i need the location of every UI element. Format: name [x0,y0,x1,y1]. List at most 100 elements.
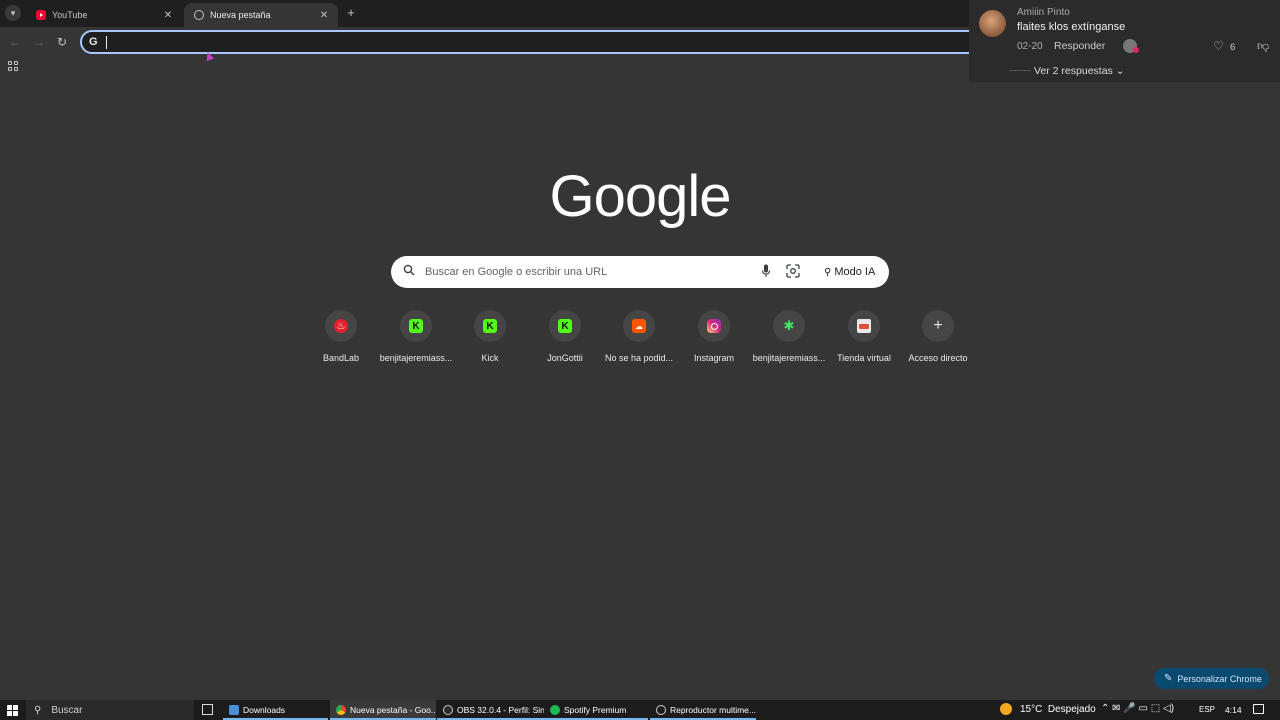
linktree-icon: ✱ [783,318,795,333]
taskbar-app-chrome[interactable]: Nueva pestaña - Goo... [330,700,436,720]
sparkle-search-icon: ⚲ [824,266,832,278]
customize-chrome-button[interactable]: ✎ Personalizar Chrome [1154,668,1269,689]
shortcut-linktree[interactable]: ✱ benjitajeremiass... [752,310,826,366]
search-icon [403,264,415,276]
taskbar-app-spotify[interactable]: Spotify Premium [544,700,648,720]
reload-icon: ↻ [56,35,68,49]
comment-card: Amiiin Pinto flaites klos extínganse 02-… [969,0,1280,82]
tab-new-tab[interactable]: Nueva pestaña ✕ [184,3,338,27]
like-icon[interactable]: ♡ [1213,39,1224,53]
forward-button[interactable]: → [32,35,46,49]
shortcut-icon-bg: ✱ [773,310,805,342]
shortcut-label: Acceso directo [908,353,968,363]
taskbar-app-label: Downloads [243,705,286,715]
reload-button[interactable]: ↻ [55,35,69,49]
shortcut-tienda-virtual[interactable]: Tienda virtual [827,310,901,366]
shortcut-label: JonGottii [547,353,583,363]
notification-icon[interactable] [1253,704,1264,714]
store-icon [857,319,871,333]
view-replies-label: Ver 2 respuestas [1034,65,1113,77]
weather-widget[interactable]: 15°C Despejado [1000,703,1096,715]
text-caret [106,36,107,49]
shortcut-bandlab[interactable]: ♨ BandLab [304,310,378,366]
shortcut-icon-bg: ♨ [325,310,357,342]
bandlab-icon: ♨ [334,319,348,333]
shortcut-icon-bg [698,310,730,342]
weather-label: 15°C Despejado [1020,703,1096,715]
weather-sun-icon [1000,703,1012,715]
reply-button[interactable]: Responder [1054,40,1105,52]
shortcut-label: benjitajeremiass... [752,353,826,363]
ai-mode-label: Modo IA [834,266,876,278]
shortcut-kick-1[interactable]: K benjitajeremiass... [379,310,453,366]
like-count: 6 [1230,42,1236,53]
google-g-icon: G [89,36,98,48]
shortcut-label: Instagram [693,353,735,363]
shortcut-icon-bg: ☁ [623,310,655,342]
comment-author[interactable]: Amiiin Pinto [1017,7,1070,18]
google-lens-icon[interactable] [786,264,800,278]
apps-grid-icon[interactable] [8,61,18,71]
close-icon[interactable]: ✕ [318,10,330,21]
system-tray-icons[interactable]: ⌃ ✉ 🎤 ▭ ⬚ ◁) [1101,703,1174,714]
comment-time: 02-20 [1017,41,1043,52]
youtube-icon [36,10,46,20]
folder-icon [229,705,239,715]
windows-start-icon[interactable] [7,705,18,716]
tab-label: Nueva pestaña [210,10,271,20]
customize-chrome-label: Personalizar Chrome [1177,673,1262,684]
taskbar-search-label: Buscar [51,704,83,716]
tab-search-button[interactable]: ▾ [5,5,21,21]
tab-youtube[interactable]: YouTube ✕ [26,3,182,27]
shortcut-label: No se ha podid... [604,353,674,363]
kick-icon: K [558,319,572,333]
chevron-down-icon: ⌄ [1115,65,1125,77]
shortcut-kick[interactable]: K Kick [453,310,527,366]
close-icon[interactable]: ✕ [162,10,174,21]
taskbar-app-label: OBS 32.0.4 - Perfil: Sin... [457,705,544,715]
language-indicator[interactable]: ESP [1199,705,1215,714]
shortcut-jongottii[interactable]: K JonGottii [528,310,602,366]
taskbar-search[interactable]: ⚲ Buscar [26,700,194,720]
shortcut-icon-bg: + [922,310,954,342]
chrome-icon [336,705,346,715]
globe-icon [194,10,204,20]
google-logo: Google [549,164,731,229]
creator-heart-avatar [1123,39,1139,53]
back-button[interactable]: ← [8,35,22,49]
search-icon: ⚲ [34,704,42,716]
spotify-icon [550,705,560,715]
microphone-icon[interactable] [761,264,771,278]
shortcut-soundcloud[interactable]: ☁ No se ha podid... [602,310,676,366]
taskbar-app-obs[interactable]: OBS 32.0.4 - Perfil: Sin... [437,700,544,720]
shortcut-icon-bg: K [549,310,581,342]
view-replies-button[interactable]: Ver 2 respuestas ⌄ [1034,65,1125,77]
shortcut-icon-bg: K [400,310,432,342]
taskbar-app-label: Nueva pestaña - Goo... [350,705,436,715]
taskbar-app-downloads[interactable]: Downloads [223,700,328,720]
task-view-icon[interactable] [202,704,213,715]
arrow-right-icon: → [33,35,45,49]
kick-icon: K [483,319,497,333]
ai-mode-button[interactable]: ⚲ Modo IA [816,262,883,282]
shortcut-label: BandLab [322,353,360,363]
dislike-icon[interactable]: 👎︎ [1257,39,1269,54]
search-input[interactable]: Buscar en Google o escribir una URL [425,266,607,278]
search-box[interactable]: Buscar en Google o escribir una URL ⚲ Mo… [391,256,889,288]
shortcut-icon-bg: K [474,310,506,342]
avatar[interactable] [979,10,1006,37]
shortcut-label: Kick [481,353,499,363]
new-tab-button[interactable]: + [344,6,358,20]
kick-icon: K [409,319,423,333]
shortcut-instagram[interactable]: Instagram [677,310,751,366]
tab-label: YouTube [52,10,88,20]
taskbar-app-label: Spotify Premium [564,705,627,715]
chevron-down-icon: ▾ [10,8,16,18]
address-bar[interactable]: G [80,30,980,54]
arrow-left-icon: ← [9,35,21,49]
add-shortcut-button[interactable]: + Acceso directo [901,310,975,366]
taskbar-app-media-player[interactable]: Reproductor multime... [650,700,756,720]
obs-icon [443,705,453,715]
shortcut-label: Tienda virtual [837,353,891,363]
clock[interactable]: 4:14 [1225,705,1242,715]
